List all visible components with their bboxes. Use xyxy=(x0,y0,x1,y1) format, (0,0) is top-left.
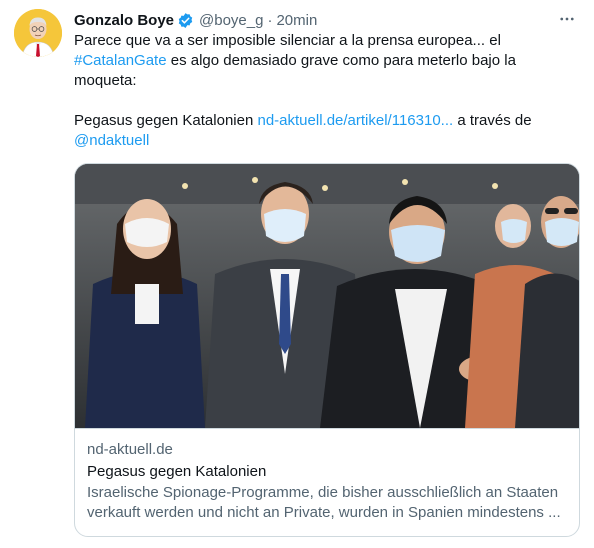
avatar-illustration xyxy=(14,9,62,57)
tweet-timestamp[interactable]: 20min xyxy=(276,12,317,29)
card-title: Pegasus gegen Katalonien xyxy=(87,463,267,480)
tweet-text-line-4: Pegasus gegen Katalonien nd-aktuell.de/a… xyxy=(74,111,574,131)
tweet-text-line-2-rest: es algo demasiado grave como para meterl… xyxy=(166,52,516,69)
hashtag-link[interactable]: #CatalanGate xyxy=(74,52,167,69)
tweet-text-line-1: Parece que va a ser imposible silenciar … xyxy=(74,32,501,49)
card-body[interactable]: nd-aktuell.de Pegasus gegen Katalonien I… xyxy=(75,428,579,523)
tweet-text-line-4-end: a través de xyxy=(453,112,532,129)
tweet-text-line-5: @ndaktuell xyxy=(74,131,574,151)
tweet-header: Gonzalo Boye @boye_g · 20min xyxy=(74,9,317,31)
author-name[interactable]: Gonzalo Boye xyxy=(74,12,174,29)
tweet-text-line-4-start: Pegasus gegen Katalonien xyxy=(74,112,258,129)
card-photo-illustration xyxy=(75,164,579,428)
tweet-text-line-2: #CatalanGate es algo demasiado grave com… xyxy=(74,51,574,71)
card-description-line-2: verkauft werden und nicht an Private, wu… xyxy=(87,504,561,521)
verified-badge-icon xyxy=(177,12,194,29)
author-avatar[interactable] xyxy=(14,9,62,57)
more-options-icon[interactable] xyxy=(556,8,578,30)
header-separator: · xyxy=(267,11,273,29)
author-handle[interactable]: @boye_g xyxy=(199,12,263,29)
tweet-text: Parece que va a ser imposible silenciar … xyxy=(74,31,574,151)
article-url-link[interactable]: nd-aktuell.de/artikel/116310... xyxy=(257,112,453,129)
card-photo[interactable] xyxy=(75,164,579,428)
card-domain: nd-aktuell.de xyxy=(87,441,173,458)
link-preview-card[interactable]: nd-aktuell.de Pegasus gegen Katalonien I… xyxy=(74,163,580,537)
tweet-text-line-3: moqueta: xyxy=(74,72,137,89)
mention-link[interactable]: @ndaktuell xyxy=(74,132,149,149)
card-description-line-1: Israelische Spionage-Programme, die bish… xyxy=(87,484,559,501)
